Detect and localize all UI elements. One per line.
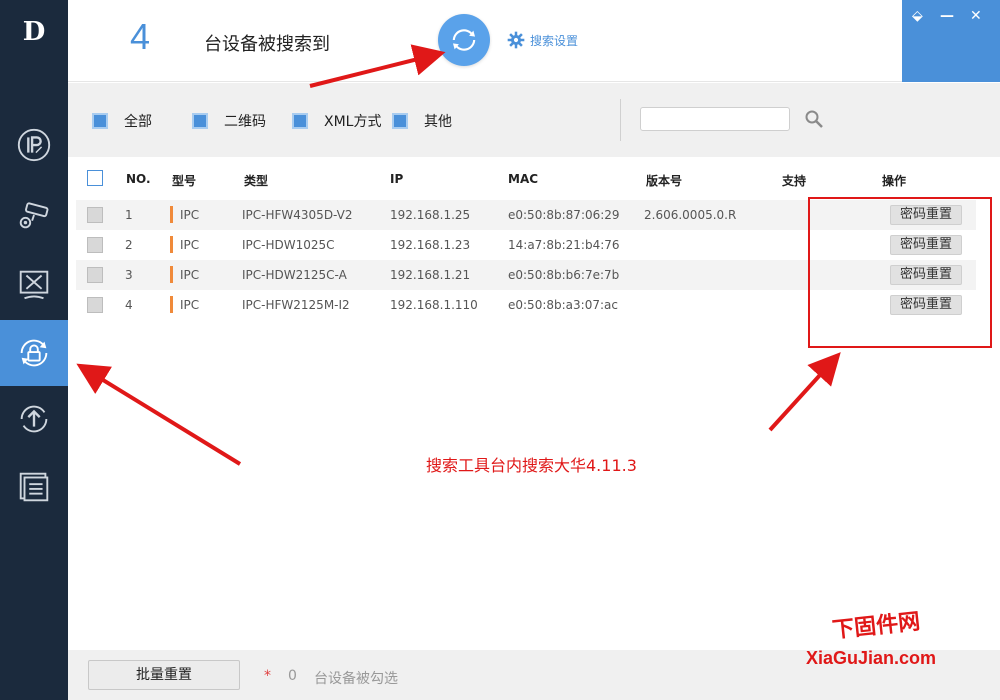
sidebar: D xyxy=(0,0,68,700)
search-icon[interactable] xyxy=(804,109,824,129)
filter-other-label: 其他 xyxy=(424,114,452,130)
sidebar-item-device-config[interactable] xyxy=(0,182,68,248)
selected-label: 台设备被勾选 xyxy=(314,671,398,687)
filter-other[interactable]: 其他 xyxy=(392,111,452,131)
col-no: NO. xyxy=(126,172,151,186)
filter-all-label: 全部 xyxy=(124,114,152,130)
row-ip: 192.168.1.110 xyxy=(390,298,478,312)
col-mac: MAC xyxy=(508,172,539,186)
model-marker xyxy=(170,236,173,253)
sidebar-item-list[interactable] xyxy=(0,454,68,520)
col-ip: IP xyxy=(390,172,404,186)
sidebar-item-password-reset[interactable] xyxy=(0,320,68,386)
row-model: IPC xyxy=(180,298,200,312)
filter-all-checkbox[interactable] xyxy=(92,113,108,129)
row-checkbox[interactable] xyxy=(87,207,103,223)
model-marker xyxy=(170,266,173,283)
close-icon[interactable]: ✕ xyxy=(970,8,982,24)
batch-reset-button[interactable]: 批量重置 xyxy=(88,660,240,690)
device-count-label: 台设备被搜索到 xyxy=(204,34,330,55)
row-type: IPC-HDW2125C-A xyxy=(242,268,347,282)
row-no: 4 xyxy=(125,298,133,312)
row-mac: 14:a7:8b:21:b4:76 xyxy=(508,238,620,252)
refresh-search-button[interactable] xyxy=(438,14,490,66)
col-support: 支持 xyxy=(782,174,807,188)
annotation-text: 搜索工具台内搜索大华4.11.3 xyxy=(426,456,637,475)
filter-xml-checkbox[interactable] xyxy=(292,113,308,129)
watermark-url: XiaGuJian.com xyxy=(806,648,937,668)
row-mac: e0:50:8b:87:06:29 xyxy=(508,208,620,222)
document-list-icon xyxy=(19,472,49,502)
window-controls: ⬙ — ✕ xyxy=(902,0,1000,82)
selected-count: 0 xyxy=(288,668,297,684)
model-marker xyxy=(170,206,173,223)
filter-divider xyxy=(620,99,621,141)
row-no: 3 xyxy=(125,268,133,282)
col-action: 操作 xyxy=(882,174,907,188)
search-settings-label: 搜索设置 xyxy=(530,33,579,48)
table-header: NO. 型号 类型 IP MAC 版本号 支持 操作 xyxy=(76,158,976,198)
filter-other-checkbox[interactable] xyxy=(392,113,408,129)
minimize-icon[interactable]: — xyxy=(940,8,954,24)
sidebar-item-ip-config[interactable] xyxy=(0,112,68,178)
device-count: 4 xyxy=(130,16,151,57)
row-ip: 192.168.1.21 xyxy=(390,268,471,282)
row-model: IPC xyxy=(180,268,200,282)
filter-qrcode[interactable]: 二维码 xyxy=(192,111,266,131)
row-ip: 192.168.1.23 xyxy=(390,238,471,252)
header: 4 台设备被搜索到 搜索设置 ⬙ — ✕ xyxy=(68,0,1000,82)
row-type: IPC-HDW1025C xyxy=(242,238,335,252)
filter-bar: 全部 二维码 XML方式 其他 xyxy=(68,83,1000,157)
row-checkbox[interactable] xyxy=(87,297,103,313)
tools-monitor-icon xyxy=(19,270,49,300)
sidebar-item-tools[interactable] xyxy=(0,252,68,318)
col-version: 版本号 xyxy=(646,174,683,188)
refresh-icon xyxy=(452,29,476,51)
filter-all[interactable]: 全部 xyxy=(92,111,152,131)
row-model: IPC xyxy=(180,208,200,222)
dropdown-menu-icon[interactable]: ⬙ xyxy=(912,8,923,24)
col-model: 型号 xyxy=(172,174,197,188)
row-type: IPC-HFW4305D-V2 xyxy=(242,208,353,222)
search-settings-link[interactable]: 搜索设置 xyxy=(506,30,578,50)
upgrade-icon xyxy=(20,405,48,433)
lock-refresh-icon xyxy=(20,339,48,367)
row-no: 1 xyxy=(125,208,133,222)
row-mac: e0:50:8b:a3:07:ac xyxy=(508,298,618,312)
search-input[interactable] xyxy=(640,107,790,131)
model-marker xyxy=(170,296,173,313)
row-mac: e0:50:8b:b6:7e:7b xyxy=(508,268,620,282)
select-all-checkbox[interactable] xyxy=(87,170,103,186)
row-type: IPC-HFW2125M-I2 xyxy=(242,298,350,312)
row-checkbox[interactable] xyxy=(87,267,103,283)
filter-qrcode-label: 二维码 xyxy=(224,114,266,130)
required-star: * xyxy=(264,668,271,684)
row-checkbox[interactable] xyxy=(87,237,103,253)
camera-gear-icon xyxy=(19,202,49,229)
filter-qrcode-checkbox[interactable] xyxy=(192,113,208,129)
gear-icon xyxy=(507,31,525,49)
sidebar-item-upgrade[interactable] xyxy=(0,386,68,452)
row-no: 2 xyxy=(125,238,133,252)
ip-config-icon xyxy=(17,128,51,162)
filter-xml-label: XML方式 xyxy=(324,114,382,130)
app-logo: D xyxy=(22,17,46,47)
row-version: 2.606.0005.0.R xyxy=(644,208,737,222)
annotation-highlight-box xyxy=(808,197,992,348)
row-model: IPC xyxy=(180,238,200,252)
row-ip: 192.168.1.25 xyxy=(390,208,471,222)
col-type: 类型 xyxy=(244,174,269,188)
filter-xml[interactable]: XML方式 xyxy=(292,111,381,131)
